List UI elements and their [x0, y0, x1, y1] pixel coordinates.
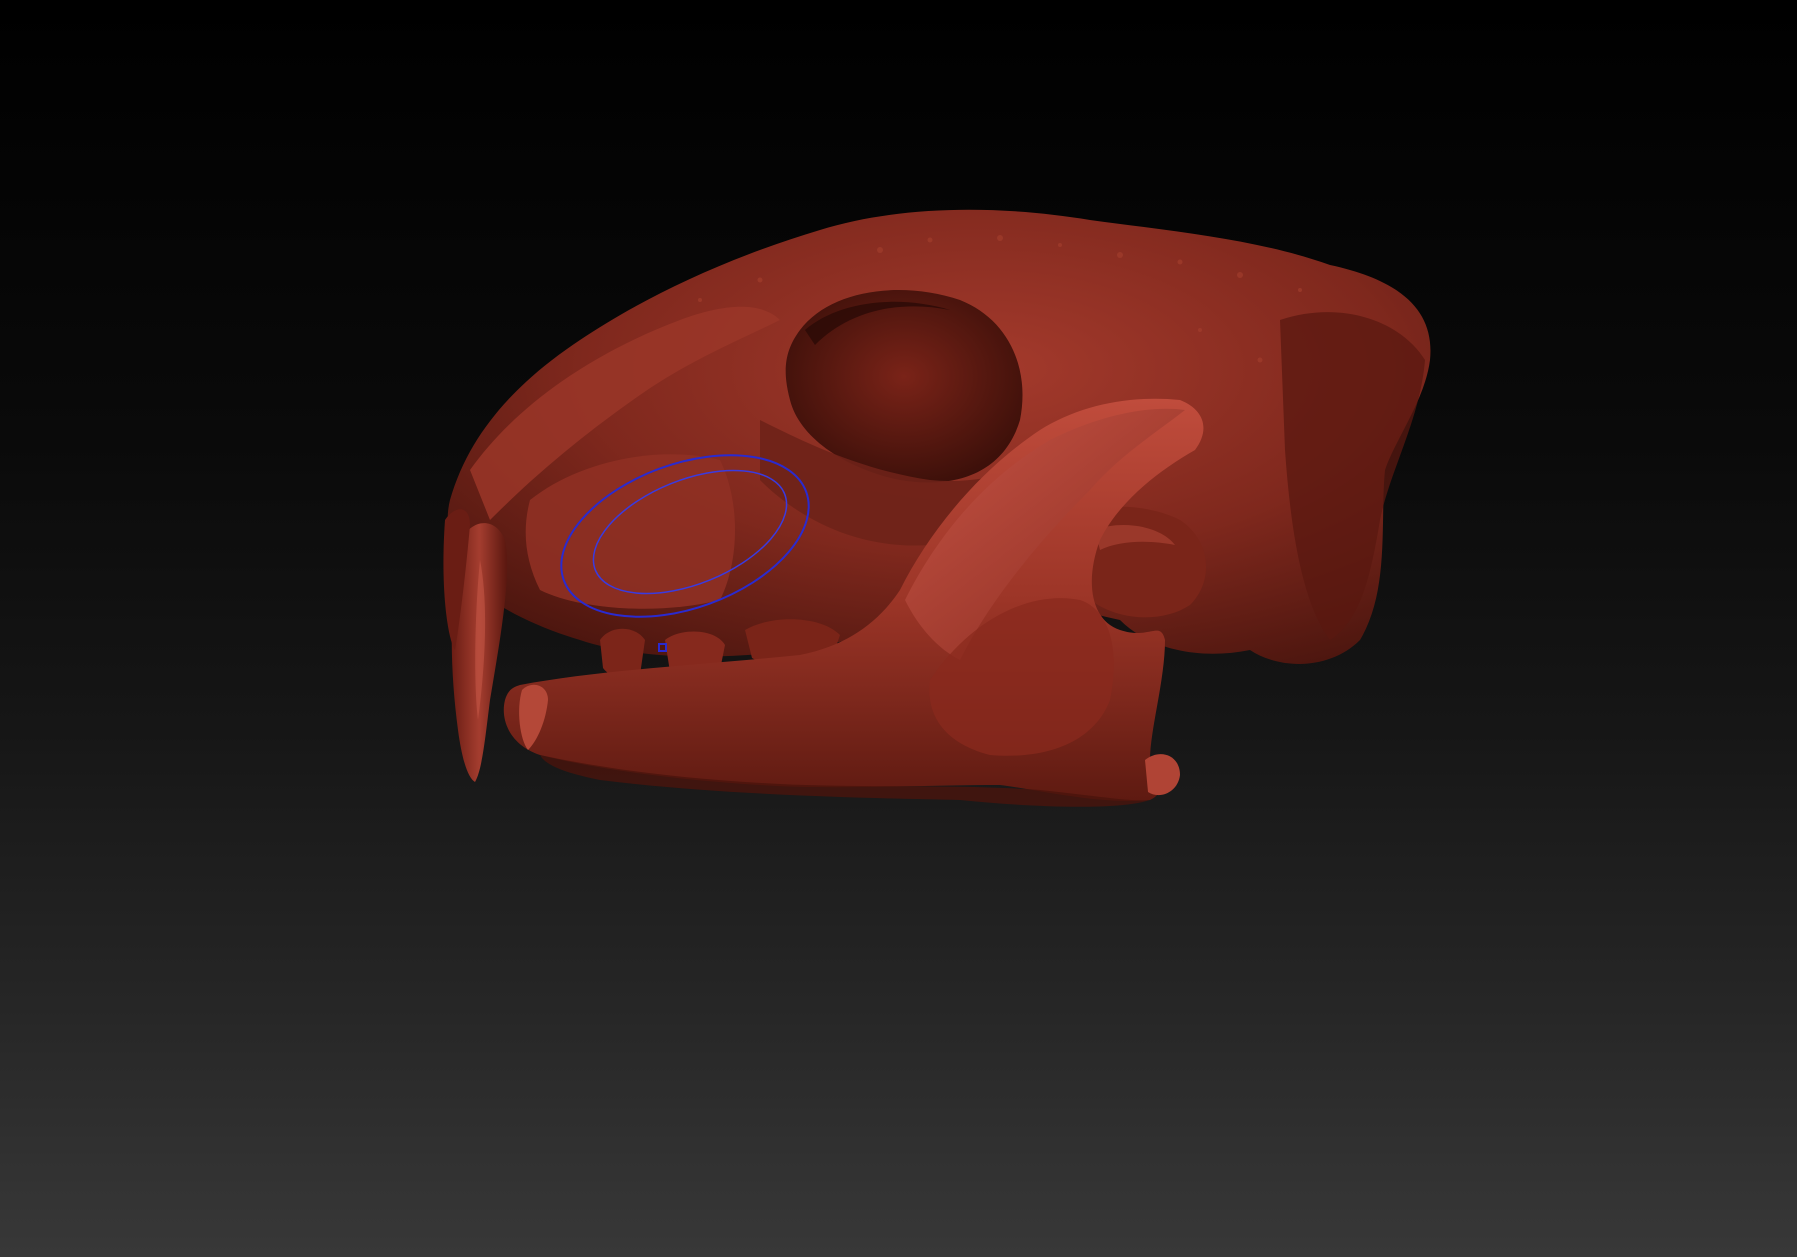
sculpt-viewport[interactable]: [0, 0, 1797, 1257]
viewport-scene[interactable]: [0, 0, 1797, 1257]
mandible-condyle: [1145, 754, 1180, 796]
